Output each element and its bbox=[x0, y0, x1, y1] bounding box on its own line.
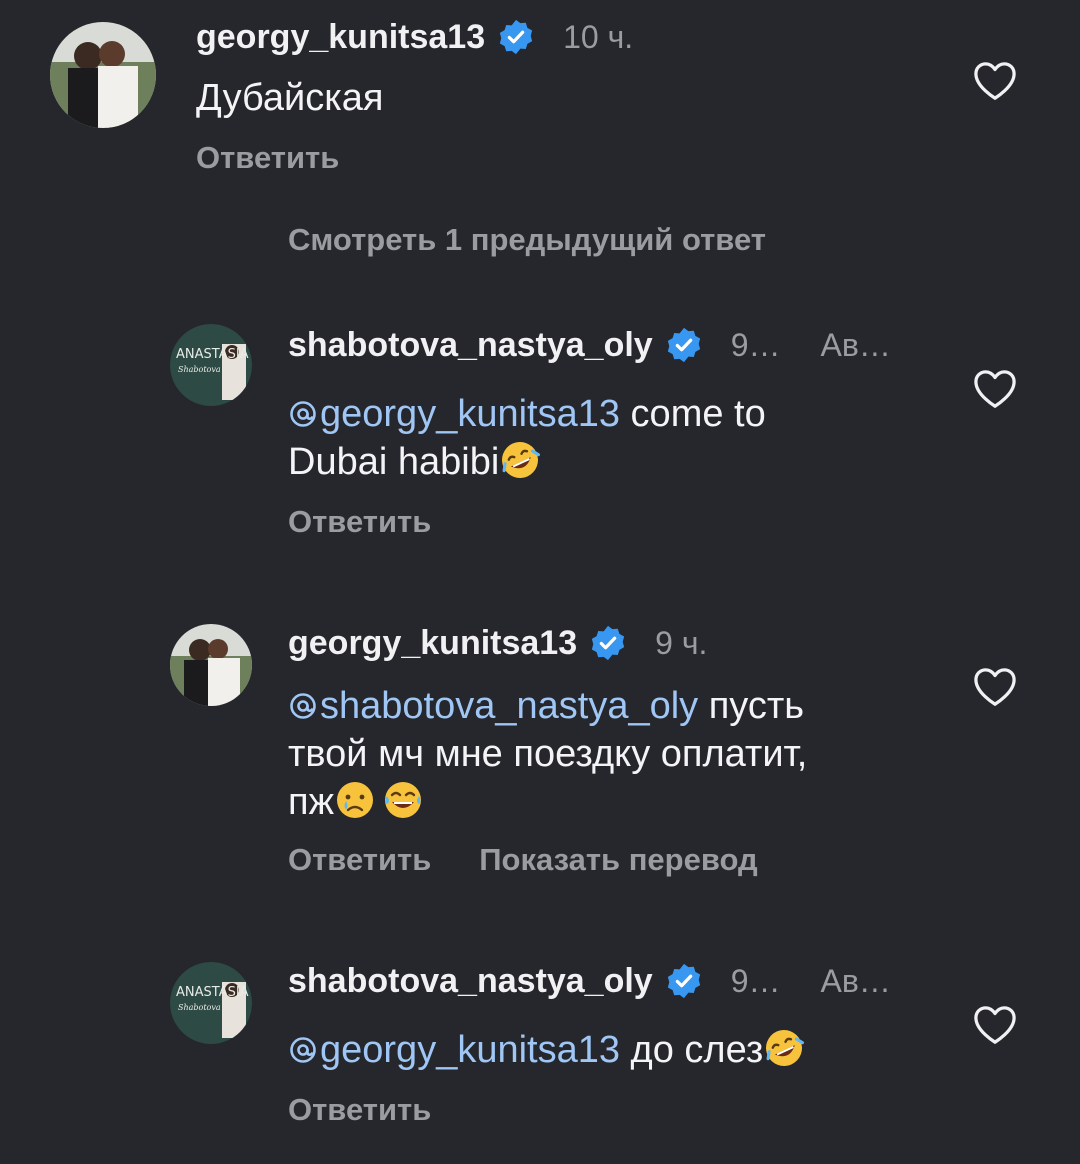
show-translation-button[interactable]: Показать перевод bbox=[479, 842, 757, 878]
timestamp: 9… bbox=[730, 326, 781, 363]
reply-button[interactable]: Ответить bbox=[196, 140, 339, 176]
avatar-text-main: ANASTASIA bbox=[176, 347, 249, 362]
like-heart-icon[interactable] bbox=[972, 666, 1018, 708]
reply-button[interactable]: Ответить bbox=[288, 842, 431, 878]
comment-text-part: пусть bbox=[698, 685, 805, 727]
comment-header: shabotova_nastya_oly 9… Ав… bbox=[288, 958, 891, 1004]
view-previous-replies-link[interactable]: Смотреть 1 предыдущий ответ bbox=[288, 222, 766, 258]
comment-header: shabotova_nastya_oly 9… Ав… bbox=[288, 322, 891, 368]
comment-text: georgy_kunitsa13 come to Dubai habibi bbox=[288, 390, 888, 486]
comment-text-content: Дубайская bbox=[196, 77, 384, 119]
author-tag: Ав… bbox=[820, 326, 891, 363]
rofl-emoji-icon bbox=[499, 439, 541, 481]
username[interactable]: shabotova_nastya_oly bbox=[288, 962, 653, 1001]
verified-badge-icon bbox=[665, 962, 703, 1000]
avatar-text-main: ANASTASIA bbox=[176, 985, 249, 1000]
timestamp: 9… bbox=[730, 962, 781, 999]
timestamp: 10 ч. bbox=[563, 18, 634, 55]
comment-actions: Ответить bbox=[288, 504, 479, 540]
comment-text: shabotova_nastya_oly пусть твой мч мне п… bbox=[288, 682, 928, 826]
comment-text-part: до слез bbox=[620, 1029, 764, 1071]
comment-actions: Ответить bbox=[196, 140, 387, 176]
avatar-georgy[interactable] bbox=[50, 22, 156, 128]
verified-badge-icon bbox=[497, 18, 535, 56]
like-heart-icon[interactable] bbox=[972, 60, 1018, 102]
joy-emoji-icon bbox=[382, 779, 424, 821]
mention-text: shabotova_nastya_oly bbox=[320, 685, 699, 727]
threads-mention-icon bbox=[288, 691, 318, 721]
mention-link[interactable]: shabotova_nastya_oly bbox=[288, 685, 698, 727]
timestamp: 9 ч. bbox=[655, 624, 708, 661]
reply-button[interactable]: Ответить bbox=[288, 504, 431, 540]
mention-text: georgy_kunitsa13 bbox=[320, 1029, 620, 1071]
verified-badge-icon bbox=[589, 624, 627, 662]
mention-text: georgy_kunitsa13 bbox=[320, 393, 620, 435]
avatar-text-sub: Shabotova bbox=[178, 1003, 221, 1012]
verified-badge-icon bbox=[665, 326, 703, 364]
reply-button[interactable]: Ответить bbox=[288, 1092, 431, 1128]
author-tag: Ав… bbox=[820, 962, 891, 999]
mention-link[interactable]: georgy_kunitsa13 bbox=[288, 393, 620, 435]
comment-text: georgy_kunitsa13 до слез bbox=[288, 1026, 908, 1074]
username[interactable]: georgy_kunitsa13 bbox=[288, 624, 577, 663]
comment-header: georgy_kunitsa13 10 ч. bbox=[196, 14, 633, 60]
comment-header: georgy_kunitsa13 9 ч. bbox=[288, 620, 707, 666]
like-heart-icon[interactable] bbox=[972, 1004, 1018, 1046]
avatar-shabotova[interactable]: ANASTASIA Shabotova bbox=[170, 324, 252, 406]
avatar-georgy[interactable] bbox=[170, 624, 252, 706]
comment-text-part: come to bbox=[620, 393, 766, 435]
comment-text-part: твой мч мне поездку оплатит, bbox=[288, 733, 808, 775]
comment-actions: Ответить Показать перевод bbox=[288, 842, 806, 878]
comment-text-part: Dubai habibi bbox=[288, 441, 500, 483]
like-heart-icon[interactable] bbox=[972, 368, 1018, 410]
username[interactable]: georgy_kunitsa13 bbox=[196, 18, 485, 57]
avatar-text-sub: Shabotova bbox=[178, 365, 221, 374]
threads-mention-icon bbox=[288, 399, 318, 429]
rofl-emoji-icon bbox=[763, 1027, 805, 1069]
mention-link[interactable]: georgy_kunitsa13 bbox=[288, 1029, 620, 1071]
crying-face-emoji-icon bbox=[334, 779, 376, 821]
avatar-shabotova[interactable]: ANASTASIA Shabotova bbox=[170, 962, 252, 1044]
comment-actions: Ответить bbox=[288, 1092, 479, 1128]
comment-text: Дубайская bbox=[196, 74, 816, 122]
comment-text-part: пж bbox=[288, 781, 334, 823]
threads-mention-icon bbox=[288, 1035, 318, 1065]
username[interactable]: shabotova_nastya_oly bbox=[288, 326, 653, 365]
